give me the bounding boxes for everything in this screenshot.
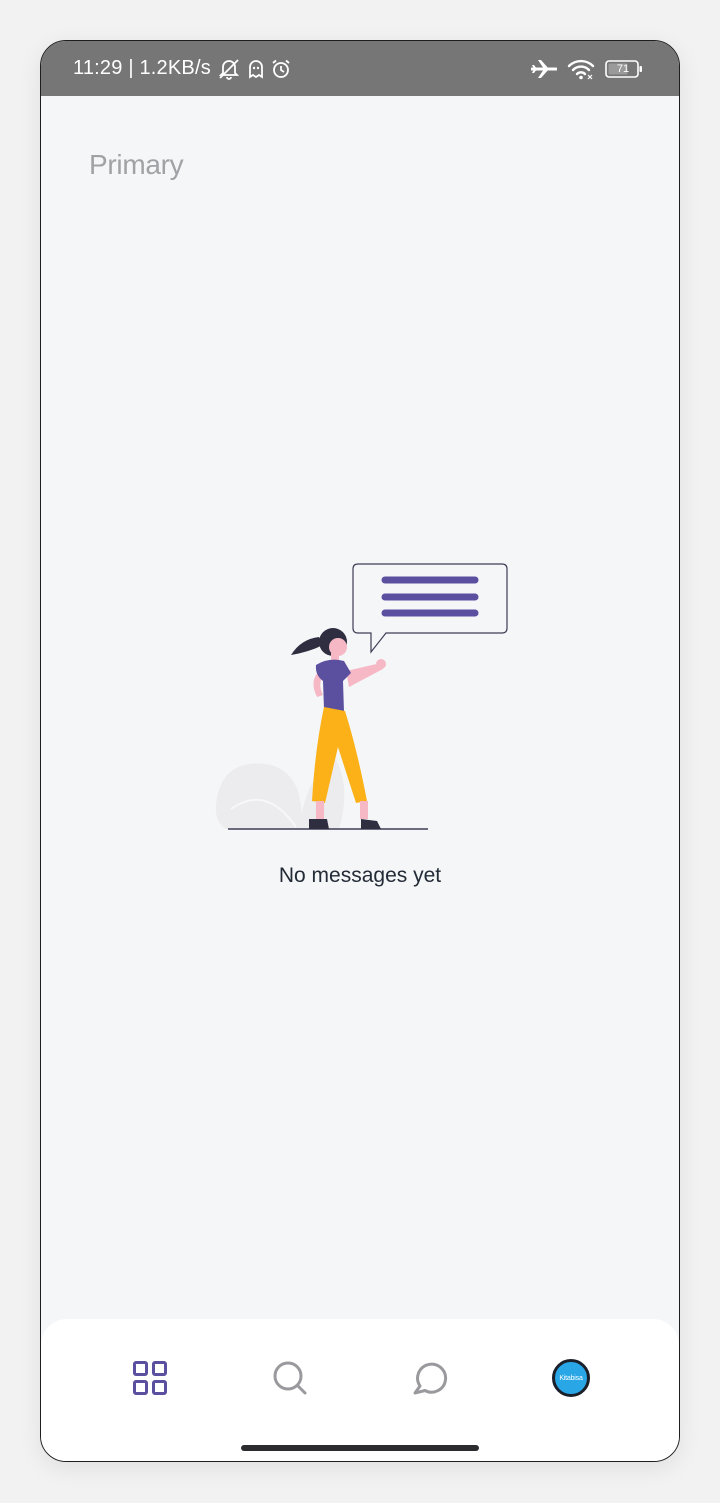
status-right: 71	[531, 57, 643, 81]
status-time-speed: 11:29 | 1.2KB/s	[73, 57, 211, 79]
page-title: Primary	[89, 149, 184, 180]
nav-item-home[interactable]	[129, 1357, 171, 1399]
empty-state-message: No messages yet	[278, 864, 442, 887]
phone-screen: 11:29 | 1.2KB/s 71 Primary No messages y…	[40, 40, 680, 1462]
nav-item-profile[interactable]: Kitabisa	[550, 1357, 592, 1399]
alarm-icon	[271, 59, 291, 79]
muted-bell-icon	[217, 58, 241, 80]
airplane-icon	[531, 57, 557, 81]
bottom-nav: Kitabisa	[41, 1319, 679, 1461]
chat-icon	[412, 1360, 448, 1396]
battery-icon: 71	[605, 59, 643, 78]
nav-item-search[interactable]	[269, 1357, 311, 1399]
battery-level: 71	[616, 62, 630, 75]
nav-item-messages[interactable]	[409, 1357, 451, 1399]
empty-state-illustration	[211, 559, 511, 839]
search-icon	[272, 1360, 308, 1396]
wifi-icon	[567, 58, 595, 80]
ghost-icon	[247, 59, 265, 79]
status-bar: 11:29 | 1.2KB/s 71	[41, 41, 679, 96]
status-left: 11:29 | 1.2KB/s	[73, 57, 291, 80]
speech-bubble	[352, 563, 508, 654]
avatar: Kitabisa	[552, 1359, 590, 1397]
grid-icon	[132, 1360, 168, 1396]
avatar-label: Kitabisa	[559, 1374, 583, 1382]
home-indicator[interactable]	[241, 1445, 479, 1451]
